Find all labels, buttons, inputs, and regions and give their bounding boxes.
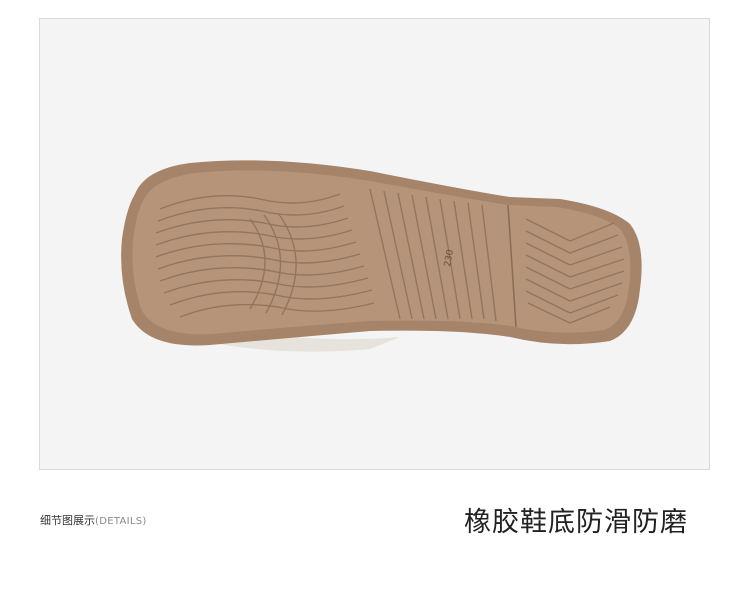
details-caption: 细节图展示(DETAILS) [40,512,147,528]
sole-photo-frame: 230 [39,18,710,470]
feature-caption: 橡胶鞋底防滑防磨 [464,507,688,538]
product-detail-section: 230 细节图展示(DETAILS) 橡胶鞋底防滑防磨 [0,0,750,591]
shoe-sole-image: 230 [121,160,642,352]
details-caption-cn: 细节图展示 [40,514,95,527]
details-caption-en: (DETAILS) [95,516,147,527]
